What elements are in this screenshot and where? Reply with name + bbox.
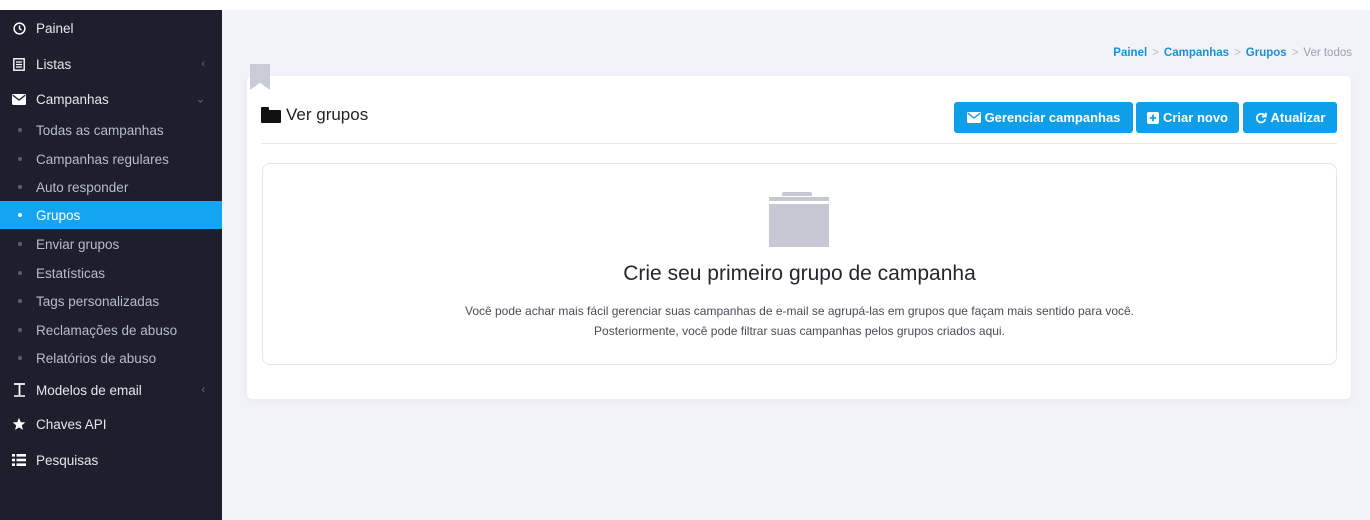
- sidebar-subitem-label: Tags personalizadas: [36, 293, 160, 309]
- sidebar-item-modelos-email[interactable]: Modelos de email ‹: [0, 377, 222, 403]
- bullet-icon: [18, 299, 22, 303]
- sidebar-subitem-label: Enviar grupos: [36, 236, 120, 252]
- sidebar-subitem-enviar-grupos[interactable]: Enviar grupos: [0, 230, 222, 258]
- sidebar: Painel Listas ‹ Campanhas ⌄ Todas as cam…: [0, 10, 222, 520]
- clock-icon: [12, 21, 26, 35]
- page-title: Ver grupos: [286, 105, 369, 124]
- list-alt-icon: [12, 57, 26, 71]
- bullet-icon: [18, 328, 22, 332]
- breadcrumb-separator: >: [1152, 47, 1159, 59]
- sidebar-subitem-label: Grupos: [36, 207, 81, 223]
- bullet-icon: [18, 128, 22, 132]
- breadcrumb-separator: >: [1234, 47, 1241, 59]
- sidebar-subitem-campanhas-regulares[interactable]: Campanhas regulares: [0, 145, 222, 173]
- breadcrumb-link-painel[interactable]: Painel: [1113, 47, 1147, 59]
- create-new-button[interactable]: Criar novo: [1136, 102, 1239, 133]
- create-new-label: Criar novo: [1162, 110, 1228, 125]
- empty-state: Crie seu primeiro grupo de campanha Você…: [262, 163, 1337, 365]
- envelope-icon: [12, 92, 26, 106]
- text-t-icon: [12, 383, 26, 397]
- sidebar-subitem-auto-responder[interactable]: Auto responder: [0, 173, 222, 201]
- sidebar-item-label: Modelos de email: [36, 382, 142, 398]
- empty-state-line-2: Posteriormente, você pode filtrar suas c…: [594, 324, 1005, 338]
- sidebar-subitem-label: Reclamações de abuso: [36, 322, 178, 338]
- panel-divider: [261, 143, 1337, 144]
- empty-state-description: Você pode achar mais fácil gerenciar sua…: [263, 301, 1336, 341]
- sidebar-subitem-label: Estatísticas: [36, 265, 106, 281]
- sidebar-item-listas[interactable]: Listas ‹: [0, 51, 222, 77]
- sidebar-subitem-todas-campanhas[interactable]: Todas as campanhas: [0, 116, 222, 144]
- sidebar-item-campanhas[interactable]: Campanhas ⌄: [0, 86, 222, 112]
- breadcrumb: Painel > Campanhas > Grupos > Ver todos: [1113, 47, 1352, 59]
- sidebar-subitem-label: Todas as campanhas: [36, 122, 164, 138]
- panel-header: Ver grupos: [261, 105, 368, 125]
- breadcrumb-link-grupos[interactable]: Grupos: [1246, 47, 1287, 59]
- breadcrumb-current: Ver todos: [1303, 47, 1352, 59]
- sidebar-subitem-label: Campanhas regulares: [36, 151, 169, 167]
- groups-panel: Ver grupos Gerenciar campanhas Criar nov…: [247, 76, 1351, 399]
- empty-state-line-1: Você pode achar mais fácil gerenciar sua…: [464, 304, 1135, 318]
- breadcrumb-link-campanhas[interactable]: Campanhas: [1164, 47, 1229, 59]
- bullet-icon: [18, 356, 22, 360]
- manage-campaigns-label: Gerenciar campanhas: [984, 110, 1121, 125]
- sidebar-item-label: Campanhas: [36, 91, 109, 107]
- refresh-icon: [1255, 112, 1267, 124]
- folder-icon: [769, 192, 829, 247]
- breadcrumb-separator: >: [1291, 47, 1299, 59]
- bullet-icon: [18, 185, 22, 189]
- refresh-label: Atualizar: [1270, 110, 1326, 125]
- sidebar-subitem-tags-personalizadas[interactable]: Tags personalizadas: [0, 287, 222, 315]
- manage-campaigns-button[interactable]: Gerenciar campanhas: [954, 102, 1133, 133]
- sidebar-item-label: Pesquisas: [36, 452, 99, 468]
- bullet-icon: [18, 271, 22, 275]
- plus-square-icon: [1146, 111, 1159, 124]
- chevron-left-icon: ‹: [201, 384, 205, 396]
- refresh-button[interactable]: Atualizar: [1243, 102, 1337, 133]
- sidebar-item-label: Chaves API: [36, 416, 107, 432]
- bullet-icon: [18, 242, 22, 246]
- chevron-left-icon: ‹: [201, 58, 205, 70]
- bullet-icon: [18, 157, 22, 161]
- empty-state-title: Crie seu primeiro grupo de campanha: [623, 262, 976, 285]
- sidebar-subitem-relatorios-abuso[interactable]: Relatórios de abuso: [0, 344, 222, 372]
- sidebar-subitem-reclamacoes-abuso[interactable]: Reclamações de abuso: [0, 316, 222, 344]
- sidebar-subitem-label: Auto responder: [36, 179, 129, 195]
- bullet-icon: [18, 213, 22, 217]
- sidebar-item-pesquisas[interactable]: Pesquisas: [0, 447, 222, 473]
- envelope-icon: [966, 112, 981, 123]
- sidebar-item-chaves-api[interactable]: Chaves API: [0, 411, 222, 437]
- sidebar-subitem-label: Relatórios de abuso: [36, 350, 157, 366]
- chevron-down-icon: ⌄: [195, 93, 205, 106]
- sidebar-subitem-estatisticas[interactable]: Estatísticas: [0, 259, 222, 287]
- folder-icon: [261, 107, 281, 123]
- top-strip: [0, 0, 1370, 10]
- star-icon: [12, 417, 26, 431]
- sidebar-item-label: Painel: [36, 20, 74, 36]
- sidebar-subitem-grupos[interactable]: Grupos: [0, 201, 222, 229]
- sidebar-item-painel[interactable]: Painel: [0, 15, 222, 41]
- list-icon: [12, 453, 26, 467]
- sidebar-item-label: Listas: [36, 56, 72, 72]
